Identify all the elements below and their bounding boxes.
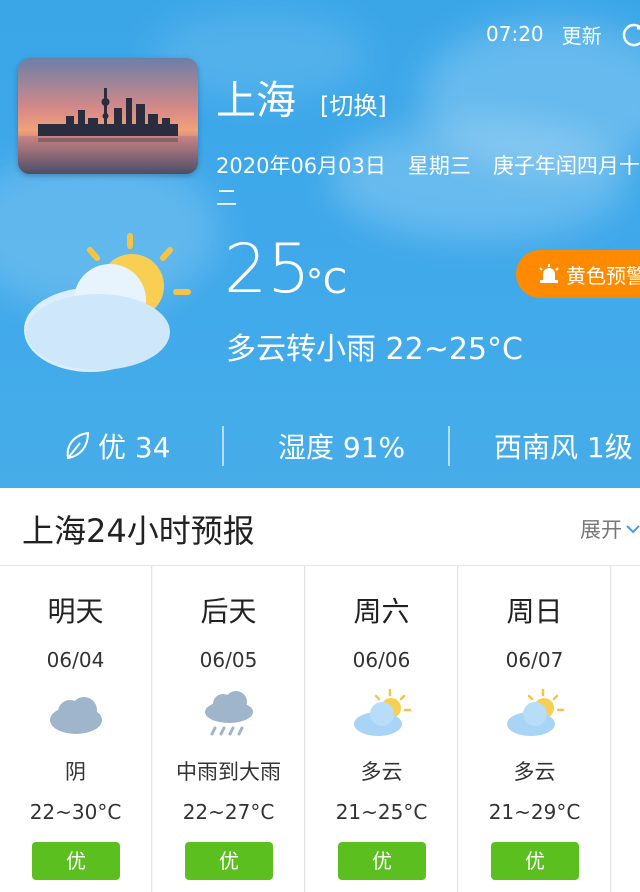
aqi-badge: 优 [491,842,579,880]
forecast-card[interactable]: 周日 06/07 多云 21~29°C 优 [459,566,611,892]
chevron-down-icon [626,525,640,534]
forecast-day: 明天 [47,595,104,628]
forecast-condition: 阴 [65,760,86,784]
alert-label: 黄色预警 [566,263,640,288]
forecast-card-partial[interactable] [612,566,640,892]
forecast-day: 周六 [353,595,410,628]
forecast-date: 06/05 [199,648,258,672]
city-photo [18,58,198,174]
weather-description: 多云转小雨 22~25°C [226,332,523,367]
wind-value: 西南风 1级 [494,431,633,464]
refresh-button[interactable]: 更新 [562,20,602,49]
partly-cloudy-icon [354,688,412,736]
forecast-card[interactable]: 后天 06/05 中雨到大雨 22~27°C 优 [153,566,305,892]
air-quality-stat[interactable]: 优 34 [64,426,171,466]
update-time: 07:20 [486,22,544,46]
humidity-stat: 湿度 91% [278,426,405,466]
humidity-value: 湿度 91% [278,431,406,464]
rain-cloud-icon [205,691,253,736]
air-quality-value: 优 34 [98,431,171,464]
stats-row: 优 34 湿度 91% 西南风 1级 [0,420,640,476]
forecast-condition: 多云 [360,760,403,784]
current-temperature: 25 [224,230,311,309]
forecast-temp-range: 22~27°C [182,800,275,824]
aqi-badge: 优 [185,842,273,880]
forecast-temp-range: 21~25°C [335,800,428,824]
forecast-temp-range: 21~29°C [488,800,581,824]
date: 2020年06月03日 [216,154,386,178]
forecast-date: 06/07 [505,648,564,672]
aqi-badge: 优 [338,842,426,880]
forecast-date: 06/06 [352,648,411,672]
city-name: 上海 [216,78,296,124]
date-line: 2020年06月03日 星期三 庚子年闰四月十二 [216,150,640,214]
forecast-condition: 中雨到大雨 [176,760,281,784]
overcast-cloud-icon [50,697,102,734]
forecast-condition: 多云 [513,760,556,784]
forecast-header: 上海24小时预报 展开 [0,488,640,566]
forecast-card[interactable]: 明天 06/04 阴 22~30°C 优 [0,566,152,892]
forecast-list: 明天 06/04 阴 22~30°C 优 后天 06/05 中雨到大雨 22~2… [0,566,640,892]
alarm-light-icon [539,264,559,283]
switch-city-link[interactable]: [切换] [320,86,387,121]
forecast-temp-range: 22~30°C [29,800,122,824]
current-weather-panel: 07:20 更新 上海 [切换] 2020年06月03日 星期三 庚子年闰四月十… [0,0,640,488]
top-bar: 07:20 更新 [486,20,602,48]
forecast-day: 后天 [200,595,257,628]
expand-label: 展开 [580,518,622,542]
forecast-title: 上海24小时预报 [22,512,255,550]
weekday: 星期三 [407,154,471,178]
wind-stat: 西南风 1级 [494,426,633,466]
divider [222,426,224,466]
expand-button[interactable]: 展开 [580,514,640,544]
refresh-icon[interactable] [620,20,640,48]
partly-cloudy-icon [24,233,191,372]
forecast-date: 06/04 [46,648,105,672]
divider [448,426,450,466]
temperature-unit: °C [306,262,347,302]
weather-alert-badge[interactable]: 黄色预警 [516,250,640,298]
forecast-card[interactable]: 周六 06/06 多云 21~25°C 优 [306,566,458,892]
aqi-badge: 优 [32,842,120,880]
leaf-icon [66,431,90,460]
partly-cloudy-icon [507,688,565,736]
forecast-day: 周日 [506,595,563,628]
